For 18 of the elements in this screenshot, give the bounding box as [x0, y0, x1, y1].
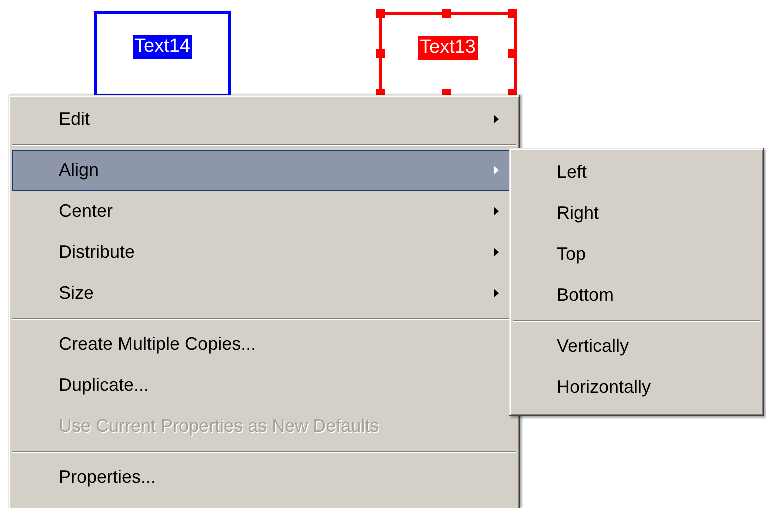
- menu-item[interactable]: Center: [12, 191, 516, 232]
- menu-item[interactable]: Left: [513, 152, 760, 193]
- menu-item[interactable]: Top: [513, 234, 760, 275]
- resize-handle[interactable]: [508, 9, 517, 18]
- resize-handle[interactable]: [508, 49, 517, 58]
- menu-item[interactable]: Properties...: [12, 457, 516, 498]
- menu-item[interactable]: Right: [513, 193, 760, 234]
- object-label: Text13: [418, 36, 478, 60]
- menu-item[interactable]: Vertically: [513, 326, 760, 367]
- menu-item[interactable]: Bottom: [513, 275, 760, 316]
- menu-item[interactable]: Edit: [12, 99, 516, 140]
- menu-item[interactable]: Size: [12, 273, 516, 314]
- resize-handle[interactable]: [376, 9, 385, 18]
- resize-handle[interactable]: [376, 49, 385, 58]
- object-label: Text14: [132, 35, 192, 59]
- menu-item[interactable]: Horizontally: [513, 367, 760, 408]
- resize-handle[interactable]: [442, 9, 451, 18]
- menu-item[interactable]: Distribute: [12, 232, 516, 273]
